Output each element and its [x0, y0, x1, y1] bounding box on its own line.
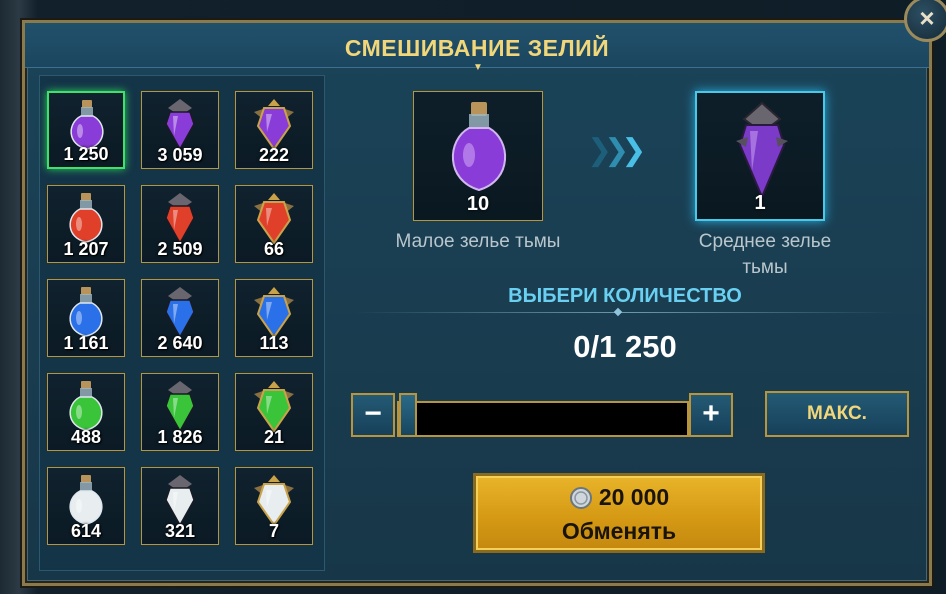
max-button[interactable]: МАКС. [765, 391, 909, 437]
target-potion-label-line1: Среднее зелье [698, 231, 832, 252]
potion-slot[interactable]: 3 059 [141, 91, 219, 169]
small-water-potion-icon [69, 287, 103, 337]
potion-count: 222 [258, 145, 290, 165]
potion-mixing-dialog: СМЕШИВАНИЕ ЗЕЛИЙ ▼ 1 250 3 059 222 1 207 [22, 20, 932, 586]
plus-icon: + [702, 397, 720, 430]
exchange-label: Обменять [561, 518, 677, 544]
slider-thumb[interactable] [399, 393, 417, 437]
large-fire-potion-icon [254, 193, 294, 244]
potion-slot[interactable]: 321 [141, 467, 219, 545]
quantity-display: 0/1 250 [573, 329, 677, 364]
potion-slot[interactable]: 1 826 [141, 373, 219, 451]
potion-count: 1 207 [63, 239, 109, 259]
exchange-cost: 20 000 [476, 484, 762, 511]
quantity-slider[interactable] [397, 401, 689, 437]
potion-slot[interactable]: 2 640 [141, 279, 219, 357]
small-dark-potion-icon [451, 102, 507, 192]
potion-slot[interactable]: 1 161 [47, 279, 125, 357]
medium-water-potion-icon [165, 287, 195, 338]
large-nature-potion-icon [254, 381, 294, 432]
potion-slot[interactable]: 2 509 [141, 185, 219, 263]
potion-count: 3 059 [157, 145, 203, 165]
increase-button[interactable]: + [689, 393, 733, 437]
target-potion-count: 1 [754, 192, 766, 214]
potion-count: 66 [263, 239, 285, 259]
potion-slot[interactable]: 488 [47, 373, 125, 451]
source-potion-count: 10 [466, 193, 490, 215]
dialog-title: СМЕШИВАНИЕ ЗЕЛИЙ [344, 35, 610, 61]
large-light-potion-icon [254, 475, 294, 526]
medium-dark-potion-icon [165, 99, 195, 150]
small-nature-potion-icon [69, 381, 103, 431]
large-dark-potion-icon [254, 99, 294, 150]
title-notch-icon: ▼ [473, 62, 483, 73]
medium-light-potion-icon [165, 475, 195, 526]
potion-count: 113 [259, 333, 289, 353]
close-icon: × [919, 3, 935, 33]
potion-slot[interactable]: 1 250 [47, 91, 125, 169]
potion-slot[interactable]: 614 [47, 467, 125, 545]
potion-slot[interactable]: 113 [235, 279, 313, 357]
exchange-button[interactable]: 20 000 Обменять [473, 473, 765, 553]
medium-fire-potion-icon [165, 193, 195, 244]
potion-slot[interactable]: 1 207 [47, 185, 125, 263]
potion-slot[interactable]: 222 [235, 91, 313, 169]
potion-count: 488 [70, 427, 102, 447]
target-potion-label: Среднее зелье тьмы [653, 229, 877, 281]
minus-icon: − [364, 397, 382, 430]
potion-count: 321 [164, 521, 196, 541]
potion-count: 614 [70, 521, 102, 541]
choose-quantity-heading: ВЫБЕРИ КОЛИЧЕСТВО [508, 285, 742, 307]
potion-slot[interactable]: 7 [235, 467, 313, 545]
source-potion-label: Малое зелье тьмы [395, 231, 561, 252]
potion-count: 7 [268, 521, 279, 541]
potion-slot[interactable]: 21 [235, 373, 313, 451]
medium-dark-potion-icon [736, 101, 788, 200]
source-potion-slot: 10 [413, 91, 543, 221]
close-button[interactable]: × [904, 0, 946, 42]
potion-count: 1 250 [63, 144, 109, 164]
convert-arrows-icon: ❯❯❯ [587, 134, 646, 167]
potion-count: 21 [263, 427, 285, 447]
potion-slot[interactable]: 66 [235, 185, 313, 263]
exchange-cost-value: 20 000 [598, 484, 670, 510]
potion-count: 2 640 [157, 333, 203, 353]
divider-dot [613, 307, 623, 317]
decrease-button[interactable]: − [351, 393, 395, 437]
target-potion-slot: 1 [695, 91, 825, 221]
small-fire-potion-icon [69, 193, 103, 243]
silver-coin-icon [569, 487, 592, 509]
target-potion-label-line2: тьмы [742, 257, 788, 278]
potion-count: 1 826 [157, 427, 203, 447]
potion-count: 2 509 [157, 239, 203, 259]
small-light-potion-icon [69, 475, 103, 525]
medium-nature-potion-icon [165, 381, 195, 432]
heading-divider [353, 312, 897, 313]
potion-count: 1 161 [63, 333, 109, 353]
large-water-potion-icon [254, 287, 294, 338]
